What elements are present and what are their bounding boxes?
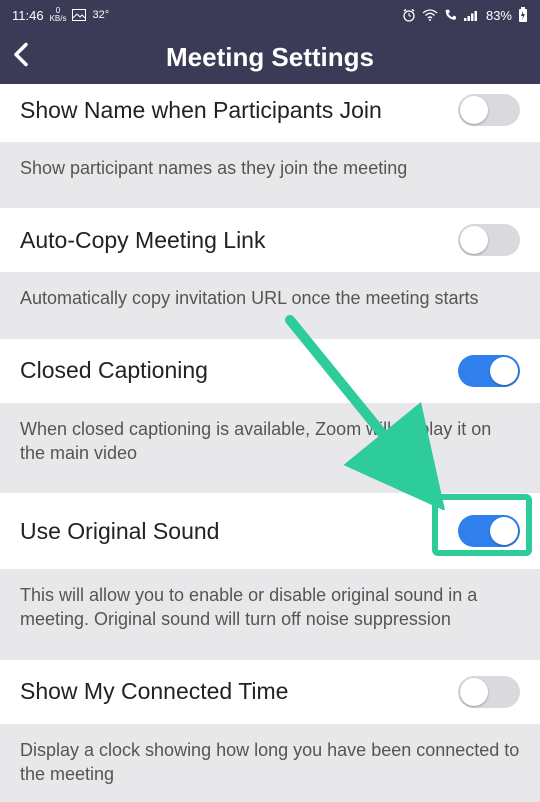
battery-charging-icon	[518, 7, 528, 23]
setting-title: Show Name when Participants Join	[20, 97, 382, 124]
net-speed-indicator: 0 KB/s	[50, 7, 67, 23]
toggle-knob	[460, 226, 488, 254]
setting-title: Closed Captioning	[20, 357, 208, 384]
back-button[interactable]	[12, 41, 30, 74]
toggle-knob	[490, 517, 518, 545]
setting-show-name[interactable]: Show Name when Participants Join	[0, 84, 540, 142]
page-title: Meeting Settings	[166, 42, 374, 73]
setting-connected-time[interactable]: Show My Connected Time	[0, 660, 540, 724]
setting-desc: This will allow you to enable or disable…	[0, 569, 540, 650]
battery-percent: 83%	[486, 8, 512, 23]
setting-title: Show My Connected Time	[20, 678, 288, 705]
setting-closed-caption[interactable]: Closed Captioning	[0, 339, 540, 403]
toggle-connected-time[interactable]	[458, 676, 520, 708]
toggle-knob	[490, 357, 518, 385]
title-bar: Meeting Settings	[0, 30, 540, 84]
divider	[0, 198, 540, 208]
setting-title: Auto-Copy Meeting Link	[20, 227, 265, 254]
toggle-show-name[interactable]	[458, 94, 520, 126]
chevron-left-icon	[12, 41, 30, 69]
setting-title: Use Original Sound	[20, 518, 219, 545]
divider	[0, 329, 540, 339]
toggle-closed-caption[interactable]	[458, 355, 520, 387]
status-bar-right: 83%	[402, 7, 528, 23]
toggle-auto-copy[interactable]	[458, 224, 520, 256]
toggle-knob	[460, 678, 488, 706]
setting-original-sound[interactable]: Use Original Sound	[0, 493, 540, 569]
temperature-indicator: 32°	[92, 9, 109, 21]
signal-icon	[464, 9, 480, 21]
toggle-knob	[460, 96, 488, 124]
toggle-original-sound[interactable]	[458, 515, 520, 547]
volte-icon	[444, 8, 458, 22]
setting-desc: When closed captioning is available, Zoo…	[0, 403, 540, 484]
status-bar: 11:46 0 KB/s 32° 83%	[0, 0, 540, 30]
image-icon	[72, 9, 86, 21]
status-time: 11:46	[12, 8, 44, 23]
setting-auto-copy[interactable]: Auto-Copy Meeting Link	[0, 208, 540, 272]
setting-desc: Show participant names as they join the …	[0, 142, 540, 198]
alarm-icon	[402, 8, 416, 22]
setting-desc: Display a clock showing how long you hav…	[0, 724, 540, 802]
status-bar-left: 11:46 0 KB/s 32°	[12, 7, 109, 23]
divider	[0, 483, 540, 493]
divider	[0, 650, 540, 660]
setting-desc: Automatically copy invitation URL once t…	[0, 272, 540, 328]
wifi-icon	[422, 9, 438, 21]
